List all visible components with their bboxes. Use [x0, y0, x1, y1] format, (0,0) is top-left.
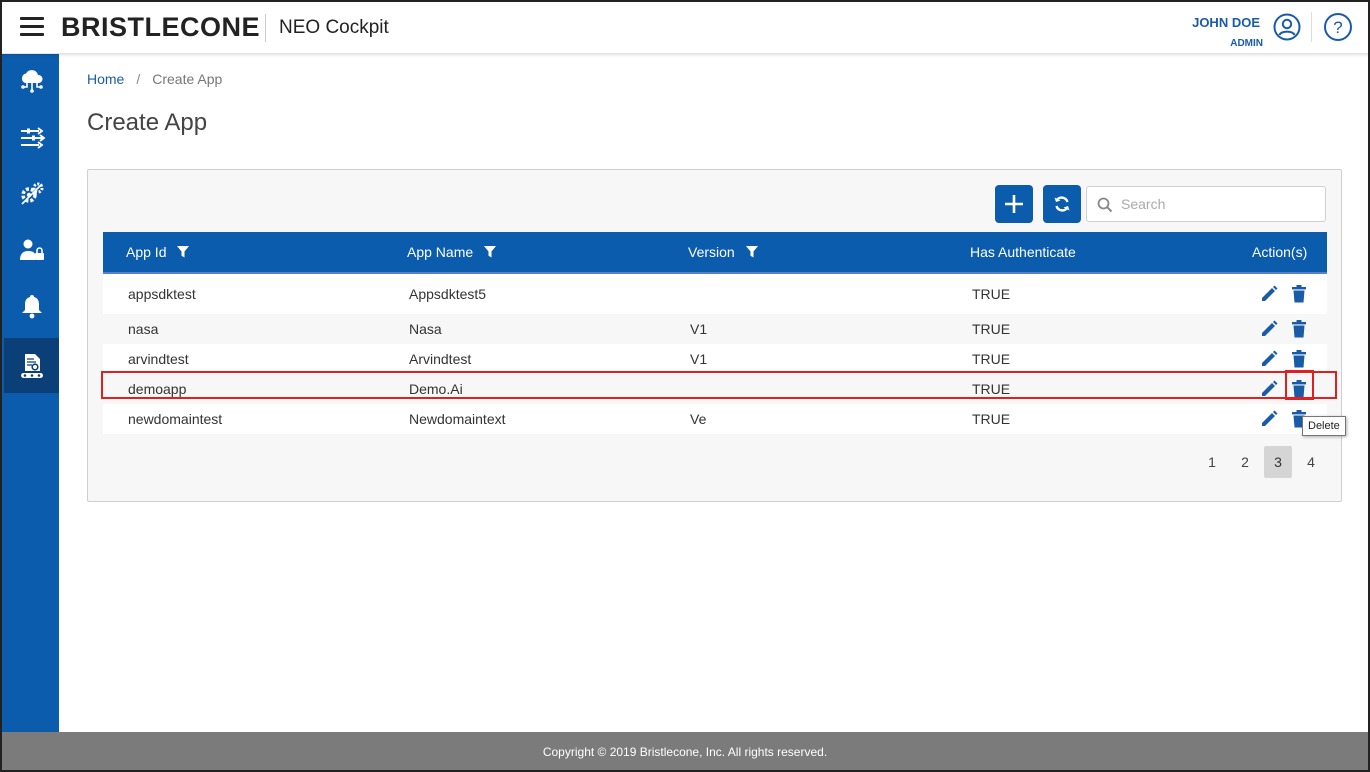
- column-header-label: App Id: [126, 244, 167, 260]
- column-header-label: Has Authenticate: [970, 244, 1076, 260]
- filter-icon[interactable]: [483, 245, 497, 259]
- column-header-label: Action(s): [1252, 244, 1308, 260]
- apps-panel: App Id App Name Version Has Authenticate…: [87, 169, 1342, 502]
- cell-app-id: nasa: [128, 321, 159, 337]
- cell-app-name: Arvindtest: [409, 351, 472, 367]
- filter-icon[interactable]: [176, 245, 190, 259]
- breadcrumb-current: Create App: [152, 71, 223, 87]
- sidebar-item-sliders[interactable]: [4, 110, 59, 165]
- cell-app-name: Newdomaintext: [409, 411, 506, 427]
- filter-icon[interactable]: [745, 245, 759, 259]
- footer-copyright: Copyright © 2019 Bristlecone, Inc. All r…: [542, 745, 828, 759]
- column-version: Version: [688, 244, 759, 260]
- page-title: Create App: [87, 109, 208, 136]
- breadcrumb: Home / Create App: [87, 71, 222, 87]
- cell-app-name: Demo.Ai: [409, 381, 463, 397]
- plus-icon: [1005, 195, 1023, 213]
- column-actions: Action(s): [1252, 244, 1307, 260]
- table-header: App Id App Name Version Has Authenticate…: [103, 232, 1327, 272]
- sliders-icon: [20, 126, 45, 149]
- sidebar-item-notifications[interactable]: [4, 278, 59, 333]
- edit-icon[interactable]: [1260, 285, 1278, 303]
- search-input[interactable]: [1121, 187, 1317, 221]
- cell-has-authenticate: TRUE: [972, 351, 1011, 367]
- bell-icon: [21, 294, 42, 318]
- gears-icon: [20, 182, 43, 205]
- footer: Copyright © 2019 Bristlecone, Inc. All r…: [0, 732, 1370, 772]
- page-button-current[interactable]: 3: [1264, 446, 1292, 478]
- brand-divider: [265, 14, 266, 42]
- column-has-authenticate: Has Authenticate: [970, 244, 1076, 260]
- sidebar-item-settings[interactable]: [4, 166, 59, 221]
- edit-icon[interactable]: [1260, 350, 1278, 368]
- delete-icon[interactable]: [1292, 285, 1306, 303]
- edit-icon[interactable]: [1260, 410, 1278, 428]
- column-header-label: Version: [688, 244, 735, 260]
- sidebar-item-cloud[interactable]: [4, 54, 59, 109]
- brand-logo: BRISTLECONE: [61, 12, 261, 42]
- column-app-id: App Id: [126, 244, 190, 260]
- cell-app-id: arvindtest: [128, 351, 189, 367]
- sidebar-item-app-builder[interactable]: [4, 338, 59, 393]
- delete-icon[interactable]: [1292, 320, 1306, 338]
- search-box: [1086, 186, 1326, 222]
- cell-has-authenticate: TRUE: [972, 321, 1011, 337]
- cell-has-authenticate: TRUE: [972, 286, 1011, 302]
- delete-icon[interactable]: [1292, 350, 1306, 368]
- cell-has-authenticate: TRUE: [972, 381, 1011, 397]
- breadcrumb-home[interactable]: Home: [87, 71, 124, 87]
- table-row: nasa Nasa V1 TRUE: [103, 314, 1327, 344]
- user-lock-icon: [19, 239, 44, 260]
- delete-tooltip: Delete: [1302, 416, 1346, 436]
- hamburger-menu-icon[interactable]: [20, 17, 44, 37]
- page-button[interactable]: 2: [1231, 446, 1259, 478]
- cell-app-id: appsdktest: [128, 286, 196, 302]
- cell-version: V1: [690, 351, 708, 367]
- page-button[interactable]: 1: [1198, 446, 1226, 478]
- cell-version: Ve: [690, 411, 707, 427]
- top-bar: BRISTLECONE NEO Cockpit JOHN DOE ADMIN ?: [0, 0, 1370, 54]
- table-row: demoapp Demo.Ai TRUE: [103, 374, 1327, 404]
- column-header-label: App Name: [407, 244, 474, 260]
- user-name: JOHN DOE: [1192, 15, 1260, 30]
- cell-app-name: Appsdktest5: [409, 286, 487, 302]
- cell-app-id: newdomaintest: [128, 411, 223, 427]
- apps-table: App Id App Name Version Has Authenticate…: [103, 232, 1327, 434]
- edit-icon[interactable]: [1260, 320, 1278, 338]
- sidebar-item-user-access[interactable]: [4, 222, 59, 277]
- sidebar: [0, 54, 59, 732]
- refresh-icon: [1054, 196, 1070, 212]
- column-app-name: App Name: [407, 244, 497, 260]
- svg-text:?: ?: [1333, 18, 1342, 37]
- add-app-button[interactable]: [995, 185, 1033, 223]
- pagination: 1 2 3 4: [1193, 446, 1325, 478]
- cloud-network-icon: [20, 69, 43, 93]
- table-row: arvindtest Arvindtest V1 TRUE: [103, 344, 1327, 374]
- help-icon[interactable]: ?: [1323, 12, 1353, 42]
- edit-icon[interactable]: [1260, 380, 1278, 398]
- page-button[interactable]: 4: [1297, 446, 1325, 478]
- cell-has-authenticate: TRUE: [972, 411, 1011, 427]
- cell-version: V1: [690, 321, 708, 337]
- table-row: appsdktest Appsdktest5 TRUE: [103, 274, 1327, 314]
- user-profile-icon[interactable]: [1273, 13, 1301, 41]
- header-divider: [1311, 12, 1312, 42]
- user-role: ADMIN: [1230, 38, 1263, 49]
- delete-icon[interactable]: [1292, 380, 1306, 398]
- cell-app-id: demoapp: [128, 381, 187, 397]
- cell-app-name: Nasa: [409, 321, 442, 337]
- search-icon: [1097, 197, 1113, 213]
- table-body: appsdktest Appsdktest5 TRUE nasa Nasa V1…: [103, 274, 1327, 434]
- app-builder-icon: [20, 353, 43, 378]
- breadcrumb-separator: /: [136, 71, 141, 87]
- refresh-button[interactable]: [1043, 185, 1081, 223]
- table-row: newdomaintest Newdomaintext Ve TRUE: [103, 404, 1327, 434]
- app-name: NEO Cockpit: [279, 17, 389, 38]
